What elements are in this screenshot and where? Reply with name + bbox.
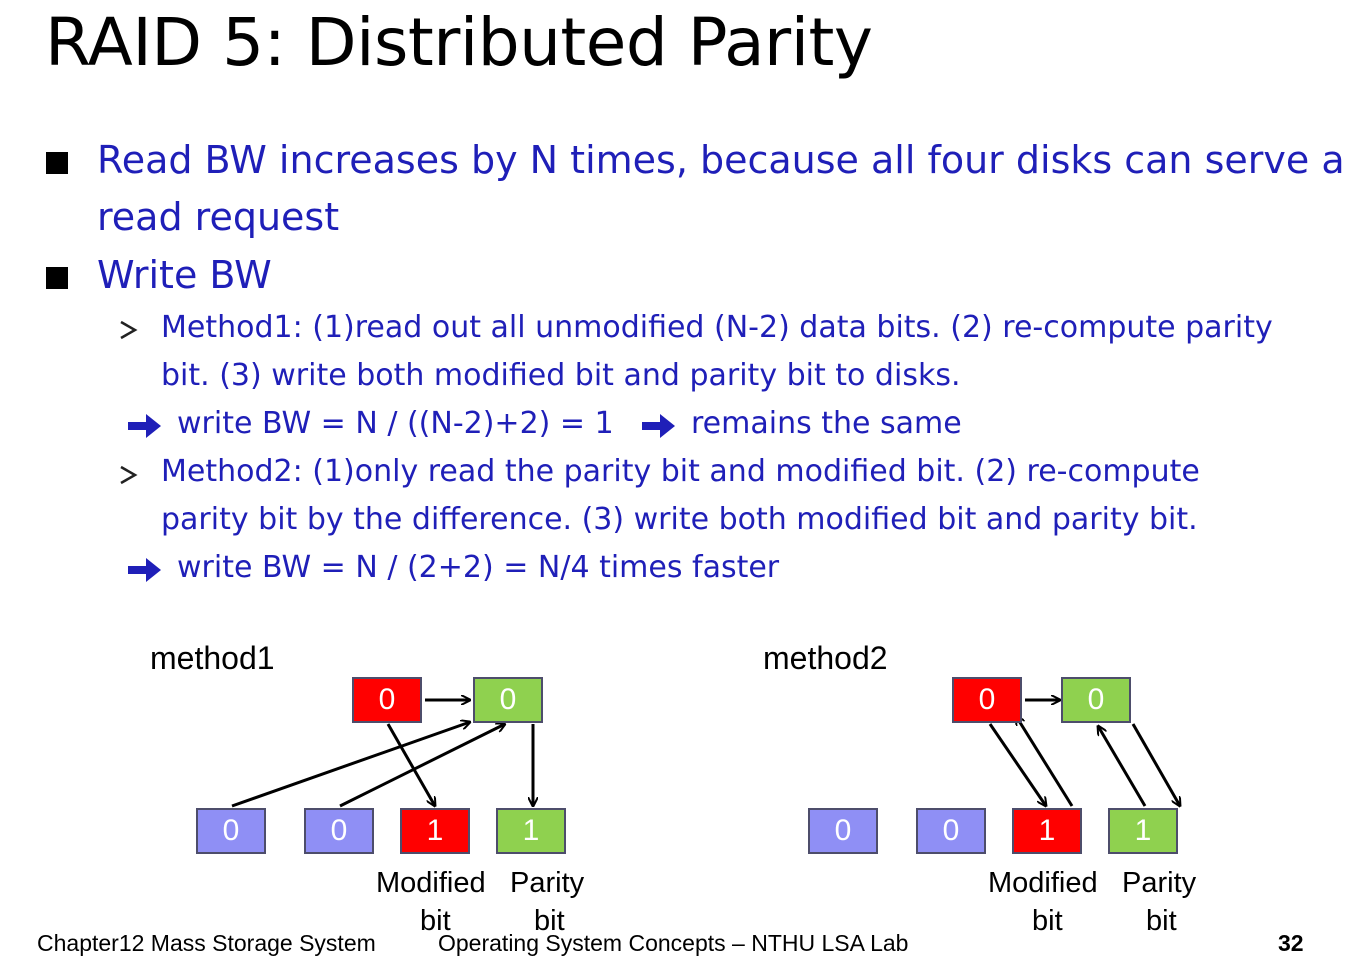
method2-disk-box: 0: [916, 808, 986, 854]
page-number: 32: [1278, 930, 1304, 956]
footer-course: Operating System Concepts – NTHU LSA Lab: [438, 930, 909, 956]
arrow-data1-to-parity: [231, 722, 470, 808]
arrow-write-modified-2: [988, 723, 1046, 806]
arrow-read-parity-2: [1098, 726, 1147, 807]
method1-top-modified-box: 0: [352, 677, 422, 723]
method2-top-parity-box: 0: [1061, 677, 1131, 723]
method1-diagram-label: method1: [150, 640, 275, 676]
method1-modified-caption: Modified: [376, 867, 486, 899]
arrow-write-parity-2: [1131, 723, 1180, 806]
method2-modified-caption: Modified: [988, 867, 1098, 899]
method2-parity-disk-box: 1: [1108, 808, 1178, 854]
method1-modified-disk-box: 1: [400, 808, 470, 854]
method2-diagram-label: method2: [763, 640, 888, 676]
method2-parity-caption: Parity: [1122, 867, 1197, 899]
arrow-data2-to-parity: [339, 724, 505, 808]
method1-disk-box: 0: [304, 808, 374, 854]
method1-parity-disk-box: 1: [496, 808, 566, 854]
method2-modified-disk-box: 1: [1012, 808, 1082, 854]
method2-modified-caption-bit: bit: [1032, 905, 1063, 937]
method2-disk-box: 0: [808, 808, 878, 854]
footer-chapter: Chapter12 Mass Storage System: [37, 930, 376, 956]
method2-top-modified-box: 0: [952, 677, 1022, 723]
method1-top-parity-box: 0: [473, 677, 543, 723]
method1-disk-box: 0: [196, 808, 266, 854]
method1-parity-caption: Parity: [510, 867, 585, 899]
method2-parity-caption-bit: bit: [1146, 905, 1177, 937]
arrow-read-modified-2: [1016, 716, 1074, 807]
